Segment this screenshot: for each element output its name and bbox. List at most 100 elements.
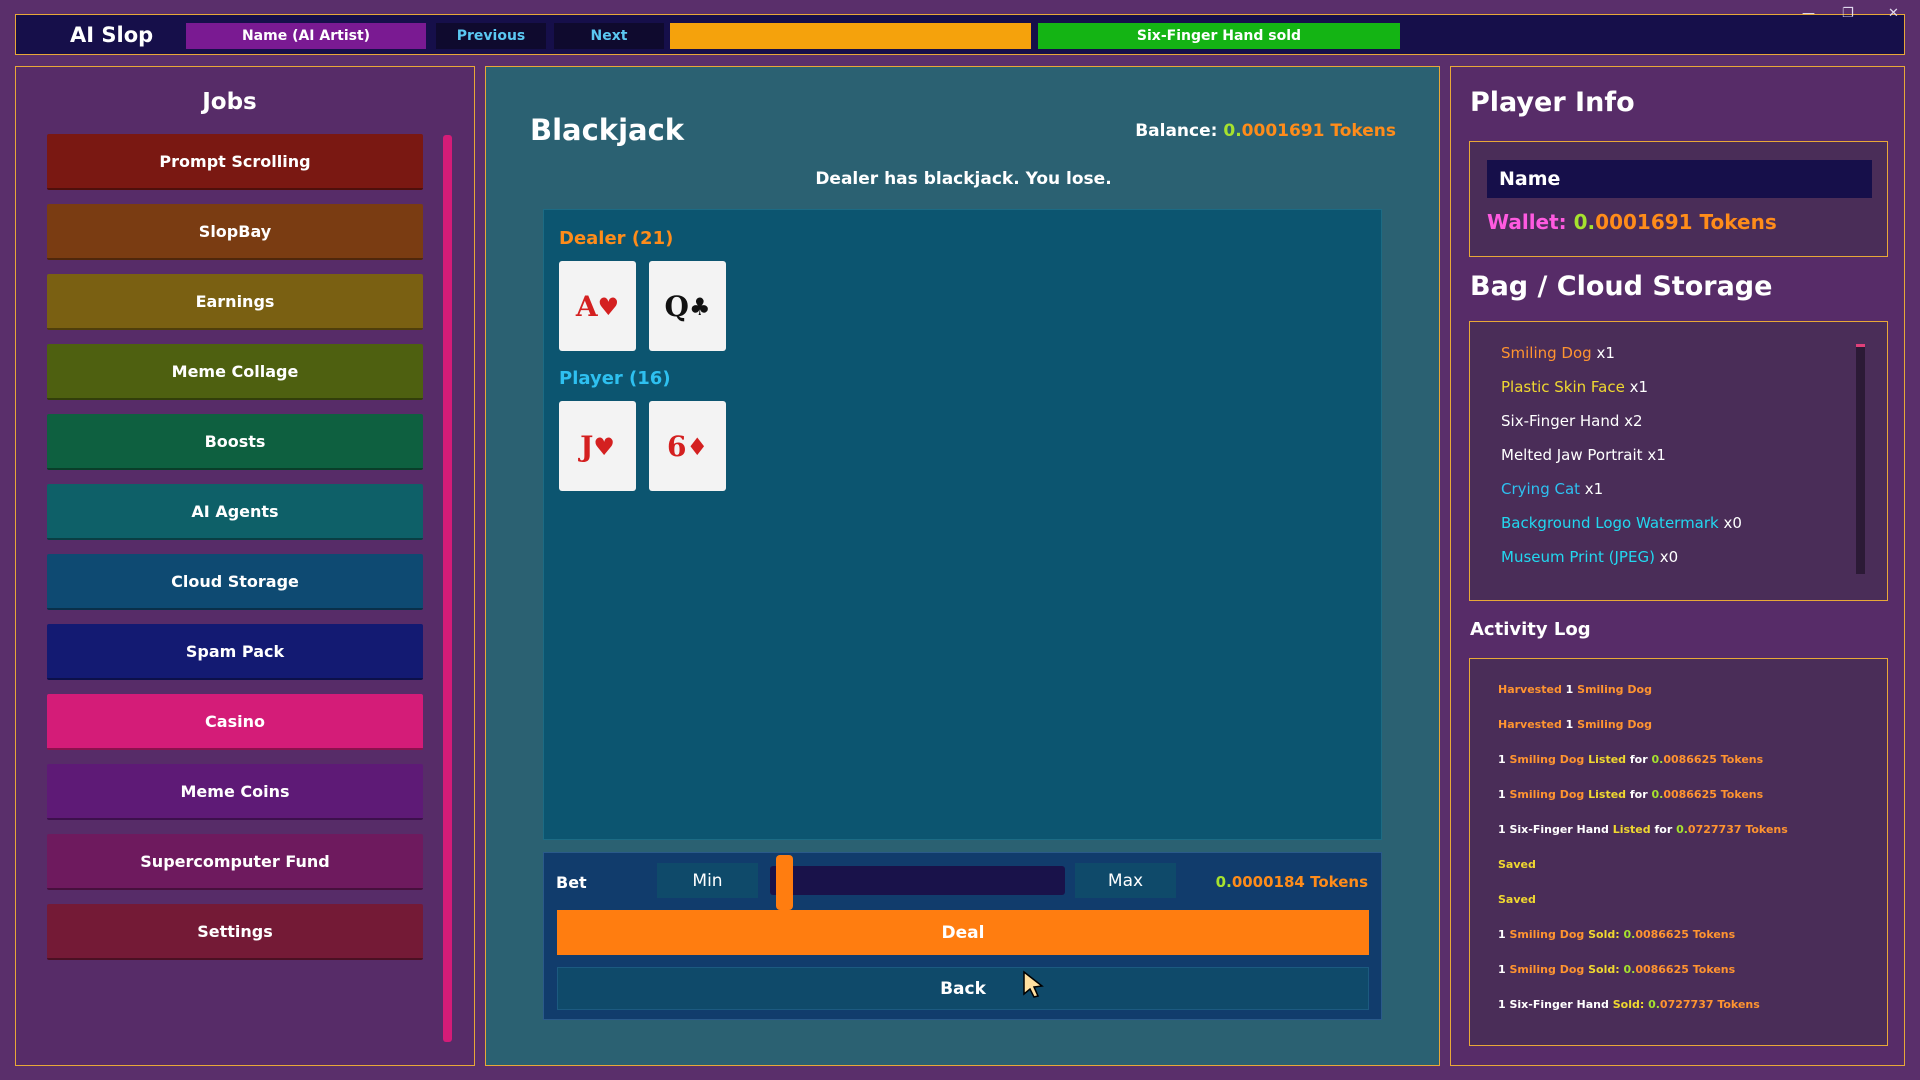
job-button-settings[interactable]: Settings — [47, 904, 423, 960]
log-entry-segment: 1 — [1498, 788, 1510, 801]
playing-card: 6 ♦ — [649, 401, 726, 491]
app-title: AI Slop — [70, 23, 154, 47]
bag-item-name: Smiling Dog — [1501, 344, 1592, 362]
bag-item[interactable]: Crying Cat x1 — [1501, 480, 1603, 498]
artist-name-field[interactable]: Name (AI Artist) — [186, 23, 426, 49]
balance-label: Balance: — [1135, 121, 1224, 141]
log-entry-segment: Sold: — [1584, 963, 1624, 976]
job-button-meme-collage[interactable]: Meme Collage — [47, 344, 423, 400]
max-bet-button[interactable]: Max — [1075, 863, 1176, 898]
min-bet-button[interactable]: Min — [657, 863, 758, 898]
playing-card: A ♥ — [559, 261, 636, 351]
card-suit-icon: ♥ — [597, 291, 620, 321]
bag-item-quantity: x0 — [1654, 548, 1679, 566]
close-icon[interactable]: ✕ — [1888, 6, 1899, 21]
player-info-box: Name Wallet: 0.0001691 Tokens — [1469, 141, 1888, 257]
bag-item[interactable]: Background Logo Watermark x0 — [1501, 514, 1742, 532]
card-rank: A — [575, 289, 598, 323]
top-bar: AI Slop Name (AI Artist) Previous Next S… — [15, 14, 1905, 55]
log-entry-segment: Smiling Dog — [1509, 788, 1585, 801]
bag-item[interactable]: Smiling Dog x1 — [1501, 344, 1615, 362]
bet-label: Bet — [556, 873, 587, 892]
log-entry-segment: Smiling Dog — [1577, 718, 1652, 731]
log-entry: 1 Six-Finger Hand Listed for 0.0727737 T… — [1498, 823, 1788, 836]
back-button[interactable]: Back — [557, 967, 1369, 1010]
game-title: Blackjack — [530, 113, 685, 147]
card-suit-icon: ♥ — [593, 431, 615, 461]
minimize-icon[interactable]: — — [1802, 6, 1815, 21]
bet-amount-prefix: 0. — [1215, 873, 1232, 891]
job-button-spam-pack[interactable]: Spam Pack — [47, 624, 423, 680]
job-button-supercomputer-fund[interactable]: Supercomputer Fund — [47, 834, 423, 890]
job-button-ai-agents[interactable]: AI Agents — [47, 484, 423, 540]
bag-item[interactable]: Six-Finger Hand x2 — [1501, 412, 1643, 430]
log-entry-segment: 0. — [1623, 928, 1636, 941]
job-button-meme-coins[interactable]: Meme Coins — [47, 764, 423, 820]
bet-controls: Bet Min Max 0.0000184 Tokens Deal Back — [543, 852, 1382, 1020]
bag-item-name: Museum Print (JPEG) — [1501, 548, 1655, 566]
balance-value: 0001691 Tokens — [1241, 121, 1396, 141]
bag-item-quantity: x1 — [1642, 446, 1666, 464]
bag-item[interactable]: Plastic Skin Face x1 — [1501, 378, 1648, 396]
log-entry-segment: 1 Six-Finger Hand — [1498, 998, 1609, 1011]
bet-slider[interactable] — [770, 866, 1065, 895]
log-entry: 1 Smiling Dog Listed for 0.0086625 Token… — [1498, 753, 1763, 766]
log-entry-segment: Sold: — [1608, 998, 1649, 1011]
bag-item-name: Background Logo Watermark — [1501, 514, 1719, 532]
bag-item-name: Crying Cat — [1501, 480, 1581, 498]
log-entry-segment: for — [1650, 823, 1677, 836]
playing-card: J ♥ — [559, 401, 636, 491]
log-entry-segment: 0727737 Tokens — [1659, 998, 1760, 1011]
bag-item[interactable]: Melted Jaw Portrait x1 — [1501, 446, 1666, 464]
maximize-icon[interactable]: ❐ — [1842, 6, 1854, 21]
log-entry-segment: Saved — [1498, 858, 1536, 871]
previous-button[interactable]: Previous — [436, 23, 546, 49]
log-entry-segment: Sold: — [1584, 928, 1624, 941]
log-entry-segment: for — [1626, 753, 1652, 766]
log-entry-segment: 0086625 Tokens — [1663, 788, 1764, 801]
activity-log: Harvested 1 Smiling Dog Harvested 1 Smili… — [1469, 658, 1888, 1046]
deal-button[interactable]: Deal — [557, 910, 1369, 955]
log-entry-segment: Listed — [1584, 753, 1627, 766]
blackjack-panel: Blackjack Balance: 0.0001691 Tokens Deal… — [485, 66, 1440, 1066]
jobs-scrollbar[interactable] — [443, 135, 452, 1042]
dealer-label: Dealer (21) — [559, 228, 674, 249]
bet-amount-value: 0000184 Tokens — [1231, 873, 1368, 891]
job-button-prompt-scrolling[interactable]: Prompt Scrolling — [47, 134, 423, 190]
bag-scrollbar-thumb[interactable] — [1856, 344, 1865, 347]
bag-item-quantity: x1 — [1624, 378, 1649, 396]
log-entry-segment: Smiling Dog — [1509, 963, 1585, 976]
wallet-value: 0001691 Tokens — [1595, 210, 1777, 234]
job-button-boosts[interactable]: Boosts — [47, 414, 423, 470]
bag-item[interactable]: Museum Print (JPEG) x0 — [1501, 548, 1678, 566]
job-button-cloud-storage[interactable]: Cloud Storage — [47, 554, 423, 610]
log-entry-segment: 0086625 Tokens — [1635, 928, 1736, 941]
bet-amount: 0.0000184 Tokens — [1216, 873, 1368, 891]
job-button-earnings[interactable]: Earnings — [47, 274, 423, 330]
card-suit-icon: ♣ — [688, 291, 711, 321]
activity-log-heading: Activity Log — [1470, 619, 1591, 640]
player-info-heading: Player Info — [1470, 87, 1635, 118]
log-entry-segment: 0. — [1651, 788, 1664, 801]
log-entry-segment: Harvested — [1498, 683, 1562, 696]
player-info-panel: Player Info Name Wallet: 0.0001691 Token… — [1450, 66, 1905, 1066]
log-entry-segment: 1 — [1498, 753, 1510, 766]
notification-banner: Six-Finger Hand sold — [1038, 23, 1400, 49]
bag-scrollbar[interactable] — [1856, 344, 1865, 574]
jobs-panel: Jobs Prompt Scrolling SlopBay Earnings Meme… — [15, 66, 475, 1066]
bag-item-quantity: x1 — [1591, 344, 1615, 362]
wallet-value-prefix: 0. — [1573, 210, 1596, 234]
card-rank: Q — [664, 289, 689, 323]
job-button-casino[interactable]: Casino — [47, 694, 423, 750]
bet-slider-handle[interactable] — [776, 855, 793, 910]
card-rank: 6 — [667, 429, 687, 463]
wallet-label: Wallet: — [1487, 210, 1574, 234]
log-entry-segment: 1 — [1561, 718, 1578, 731]
log-entry: 1 Smiling Dog Sold: 0.0086625 Tokens — [1498, 928, 1735, 941]
card-rank: J — [580, 429, 594, 463]
card-table: Dealer (21) A ♥ Q ♣ Player (16) J ♥ 6 ♦ — [543, 209, 1382, 840]
balance-value-prefix: 0. — [1223, 121, 1242, 141]
job-button-slopbay[interactable]: SlopBay — [47, 204, 423, 260]
next-button[interactable]: Next — [554, 23, 664, 49]
log-entry-segment: 1 — [1498, 963, 1510, 976]
